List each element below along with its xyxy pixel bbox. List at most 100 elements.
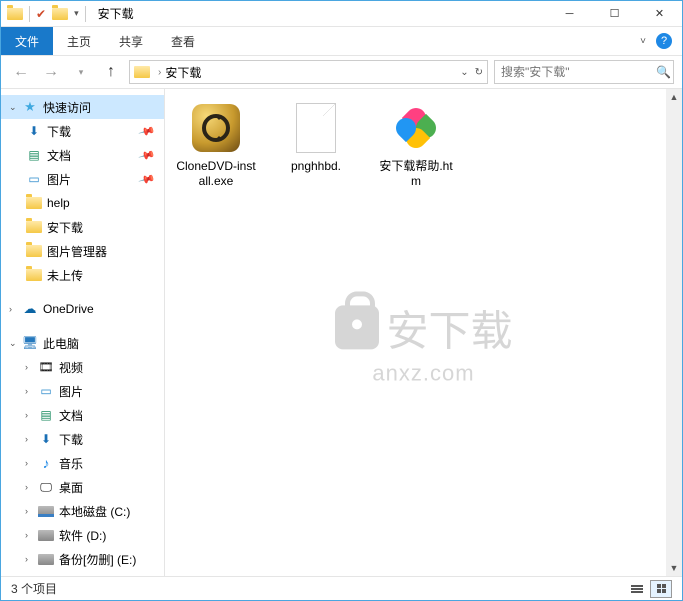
sidebar-item-pictures[interactable]: ▭ 图片 📌 <box>1 167 164 191</box>
sidebar-item-label: 本地磁盘 (C:) <box>59 503 130 520</box>
ribbon-tab-share[interactable]: 共享 <box>105 27 157 55</box>
sidebar-item-label: 文档 <box>59 407 83 424</box>
scroll-up-icon[interactable]: ▲ <box>666 89 682 105</box>
folder-icon <box>25 243 43 259</box>
maximize-button[interactable]: ☐ <box>592 1 637 27</box>
file-item-blank[interactable]: pnghhbd. <box>275 101 357 174</box>
app-icon <box>7 8 23 20</box>
window-title: 安下载 <box>92 5 134 22</box>
folder-icon <box>25 195 43 211</box>
picture-icon: ▭ <box>37 383 55 399</box>
drive-icon <box>37 551 55 567</box>
view-details-button[interactable] <box>626 580 648 598</box>
statusbar: 3 个项目 <box>1 576 682 600</box>
address-folder-icon <box>134 66 150 78</box>
sidebar-item-anxz[interactable]: 安下载 <box>1 215 164 239</box>
download-icon: ⬇ <box>25 123 43 139</box>
divider <box>29 6 30 22</box>
chevron-down-icon[interactable]: ⌄ <box>9 338 21 349</box>
drive-icon <box>37 527 55 543</box>
ribbon-expand-icon[interactable]: ˅ <box>640 36 646 47</box>
sidebar-item-label: OneDrive <box>43 302 94 316</box>
ribbon-tab-file[interactable]: 文件 <box>1 27 53 55</box>
address-bar[interactable]: › 安下载 ⌄ ↻ <box>129 60 488 84</box>
sidebar-pc-videos[interactable]: ›🎞视频 <box>1 355 164 379</box>
search-input[interactable] <box>501 65 656 79</box>
sidebar-item-label: 此电脑 <box>43 335 79 352</box>
folder-icon <box>25 219 43 235</box>
cloud-icon: ☁ <box>21 301 39 317</box>
qat-checkmark-icon[interactable]: ✔ <box>36 7 46 21</box>
minimize-button[interactable]: ─ <box>547 1 592 27</box>
sidebar-pc-drive-c[interactable]: ›本地磁盘 (C:) <box>1 499 164 523</box>
refresh-icon[interactable]: ↻ <box>475 67 483 78</box>
nav-back-button[interactable]: ← <box>9 60 33 84</box>
sidebar-item-label: help <box>47 196 70 210</box>
sidebar-item-notuploaded[interactable]: 未上传 <box>1 263 164 287</box>
sidebar-item-label: 图片 <box>59 383 83 400</box>
qat-dropdown-icon[interactable]: ▾ <box>74 8 79 19</box>
qat-folder-icon[interactable] <box>52 8 68 20</box>
desktop-icon: 🖵 <box>37 479 55 495</box>
sidebar-item-label: 软件 (D:) <box>59 527 106 544</box>
sidebar-this-pc[interactable]: ⌄ 🖥 此电脑 <box>1 331 164 355</box>
sidebar-onedrive[interactable]: › ☁ OneDrive <box>1 297 164 321</box>
help-icon[interactable]: ? <box>656 33 672 49</box>
status-text: 3 个项目 <box>11 580 57 597</box>
view-icons-button[interactable] <box>650 580 672 598</box>
ribbon: 文件 主页 共享 查看 ˅ ? <box>1 27 682 55</box>
sidebar-item-picmgr[interactable]: 图片管理器 <box>1 239 164 263</box>
files-area[interactable]: CloneDVD-install.exe pnghhbd. 安下载帮助.htm … <box>165 89 682 576</box>
sidebar-pc-drive-e[interactable]: ›备份[勿删] (E:) <box>1 547 164 571</box>
nav-recent-dropdown[interactable]: ▾ <box>69 60 93 84</box>
folder-icon <box>25 267 43 283</box>
scrollbar[interactable]: ▲ ▼ <box>666 89 682 576</box>
sidebar-item-label: 下载 <box>47 123 71 140</box>
file-item-exe[interactable]: CloneDVD-install.exe <box>175 101 257 189</box>
sidebar-item-label: 图片管理器 <box>47 243 107 260</box>
file-label: 安下载帮助.htm <box>375 159 457 189</box>
chevron-down-icon[interactable]: ⌄ <box>9 102 21 113</box>
file-item-htm[interactable]: 安下载帮助.htm <box>375 101 457 189</box>
sidebar-pc-desktop[interactable]: ›🖵桌面 <box>1 475 164 499</box>
address-dropdown-icon[interactable]: ⌄ <box>460 67 468 78</box>
star-icon: ★ <box>21 99 39 115</box>
breadcrumb-separator-icon[interactable]: › <box>154 67 165 78</box>
breadcrumb-segment[interactable]: 安下载 <box>165 64 201 81</box>
pin-icon: 📌 <box>138 122 156 140</box>
close-button[interactable]: ✕ <box>637 1 682 27</box>
sidebar-item-help[interactable]: help <box>1 191 164 215</box>
sidebar-item-label: 备份[勿删] (E:) <box>59 551 136 568</box>
nav-forward-button[interactable]: → <box>39 60 63 84</box>
chevron-right-icon[interactable]: › <box>9 304 21 314</box>
sidebar-item-label: 桌面 <box>59 479 83 496</box>
nav-up-button[interactable]: ↑ <box>99 60 123 84</box>
sidebar[interactable]: ⌄ ★ 快速访问 ⬇ 下载 📌 ▤ 文档 📌 ▭ 图片 📌 help 安下载 <box>1 89 165 576</box>
scroll-down-icon[interactable]: ▼ <box>666 560 682 576</box>
download-icon: ⬇ <box>37 431 55 447</box>
search-icon[interactable]: 🔍 <box>656 65 671 79</box>
sidebar-pc-music[interactable]: ›♪音乐 <box>1 451 164 475</box>
pin-icon: 📌 <box>138 170 156 188</box>
ribbon-tab-home[interactable]: 主页 <box>53 27 105 55</box>
htm-icon <box>394 106 438 150</box>
search-box[interactable]: 🔍 <box>494 60 674 84</box>
sidebar-pc-drive-d[interactable]: ›软件 (D:) <box>1 523 164 547</box>
sidebar-quick-access[interactable]: ⌄ ★ 快速访问 <box>1 95 164 119</box>
pin-icon: 📌 <box>138 146 156 164</box>
music-icon: ♪ <box>37 455 55 471</box>
sidebar-item-downloads[interactable]: ⬇ 下载 📌 <box>1 119 164 143</box>
sidebar-pc-downloads[interactable]: ›⬇下载 <box>1 427 164 451</box>
navbar: ← → ▾ ↑ › 安下载 ⌄ ↻ 🔍 <box>1 55 682 89</box>
blank-file-icon <box>296 103 336 153</box>
sidebar-item-documents[interactable]: ▤ 文档 📌 <box>1 143 164 167</box>
watermark: 安下载 anxz.com <box>334 297 512 386</box>
sidebar-item-label: 未上传 <box>47 267 83 284</box>
sidebar-item-label: 视频 <box>59 359 83 376</box>
sidebar-item-label: 快速访问 <box>43 99 91 116</box>
sidebar-pc-documents[interactable]: ›▤文档 <box>1 403 164 427</box>
sidebar-pc-pictures[interactable]: ›▭图片 <box>1 379 164 403</box>
ribbon-tab-view[interactable]: 查看 <box>157 27 209 55</box>
sidebar-item-label: 下载 <box>59 431 83 448</box>
sidebar-item-label: 文档 <box>47 147 71 164</box>
